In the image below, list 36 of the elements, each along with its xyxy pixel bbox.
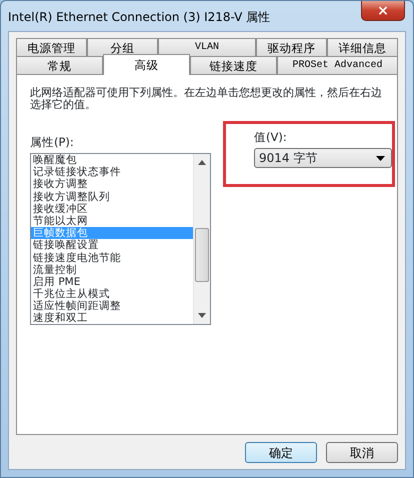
property-item[interactable]: 唤醒魔包 [31,154,193,166]
tab[interactable]: 详细信息 [327,38,398,56]
caret-icon [376,156,385,160]
property-item[interactable]: 链接唤醒设置 [31,239,193,252]
tab[interactable]: PROSet Advanced [277,56,398,74]
property-item[interactable]: 记录链接状态事件 [31,166,193,178]
property-item[interactable]: 速度和双工 [31,312,193,324]
value-label: 值(V): [254,130,288,144]
property-item[interactable]: 接收缓冲区 [31,202,193,215]
tab[interactable]: VLAN [158,38,256,56]
tab[interactable]: 电源管理 [16,38,87,56]
dialog-button[interactable]: 取消 [326,442,398,463]
dialog-button[interactable]: 确定 [245,442,317,463]
property-item[interactable]: 接收方调整队列 [31,190,193,203]
property-item[interactable]: 节能以太网 [31,214,193,228]
property-item[interactable]: 流量控制 [31,264,193,276]
property-item[interactable]: 启用 PME [31,276,193,288]
scroll-down-icon[interactable] [198,313,206,318]
value-dropdown[interactable]: 9014 字节 [254,148,392,168]
close-button[interactable]: × [361,1,405,21]
property-item[interactable]: 千兆位主从模式 [31,288,193,300]
description-text: 此网络适配器可使用下列属性。在左边单击您想更改的属性，然后在右边选择它的值。 [30,87,383,111]
properties-label: 属性(P): [30,135,75,149]
property-item[interactable]: 接收方调整 [31,178,193,191]
tab[interactable]: 驱动程序 [256,38,328,56]
scrollbar[interactable] [193,154,210,324]
tab[interactable]: 常规 [16,56,103,74]
scrollbar-thumb[interactable] [195,228,209,282]
window-title: Intel(R) Ethernet Connection (3) I218-V 属性 [8,9,270,26]
tab[interactable]: 链接速度 [190,56,277,74]
property-item[interactable]: 链接速度电池节能 [31,252,193,264]
scroll-up-icon[interactable] [198,160,206,165]
dropdown-value: 9014 字节 [259,150,318,167]
property-item[interactable]: 适应性帧间距调整 [31,300,193,312]
tab[interactable]: 高级 [103,54,190,75]
properties-listbox[interactable]: 唤醒魔包 记录链接状态事件 接收方调整 接收方调整队列 接收缓冲区 节能以太网 巨帧数据包 链接唤醒设置 链接速度电池节能 流量控制 启用 PME 千兆位主从模式 适应性帧间距调整 速度和双工 [30,153,211,325]
